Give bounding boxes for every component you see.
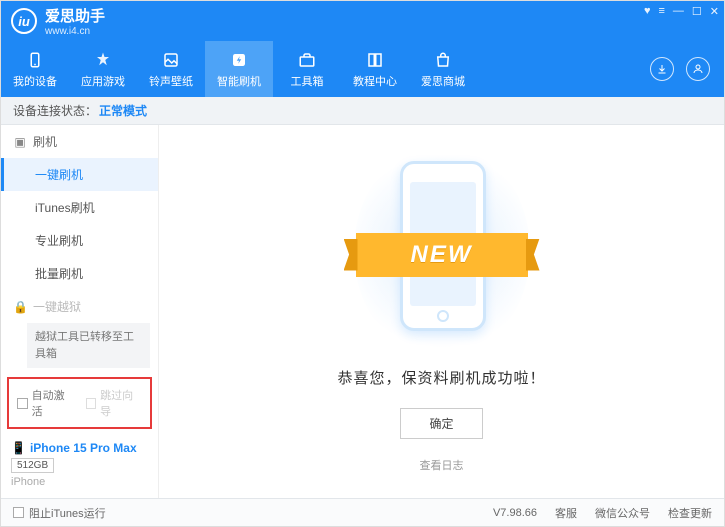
sidebar: ▣ 刷机 一键刷机 iTunes刷机 专业刷机 批量刷机 🔒 一键越狱 越狱工具… bbox=[1, 125, 159, 498]
nav-my-device[interactable]: 我的设备 bbox=[1, 41, 69, 97]
download-button[interactable] bbox=[650, 57, 674, 81]
flash-icon bbox=[229, 50, 249, 70]
flash-icon: ▣ bbox=[13, 135, 27, 149]
phone-icon: 📱 bbox=[11, 441, 26, 455]
device-status-bar: 设备连接状态：正常模式 bbox=[1, 97, 724, 125]
logo-icon: iu bbox=[11, 8, 37, 34]
user-button[interactable] bbox=[686, 57, 710, 81]
checkbox-auto-activate[interactable]: 自动激活 bbox=[17, 387, 74, 419]
wallpaper-icon bbox=[161, 50, 181, 70]
device-name: iPhone 15 Pro Max bbox=[30, 441, 137, 455]
version-label: V7.98.66 bbox=[493, 507, 537, 519]
toolbox-icon bbox=[297, 50, 317, 70]
sidebar-item-jailbreak-moved[interactable]: 越狱工具已转移至工具箱 bbox=[27, 323, 150, 368]
device-type: iPhone bbox=[11, 476, 148, 488]
group-flash[interactable]: ▣ 刷机 bbox=[1, 125, 158, 158]
apps-icon bbox=[93, 50, 113, 70]
footer-link-update[interactable]: 检查更新 bbox=[668, 505, 712, 521]
menu-icon[interactable]: ♥ bbox=[644, 5, 651, 18]
checkbox-highlight-area: 自动激活 跳过向导 bbox=[7, 377, 152, 429]
app-logo: iu 爱思助手 www.i4.cn bbox=[11, 5, 105, 37]
minimize-icon[interactable]: — bbox=[673, 5, 684, 18]
checkbox-icon bbox=[17, 398, 28, 409]
nav-smart-flash[interactable]: 智能刷机 bbox=[205, 41, 273, 97]
device-icon bbox=[25, 50, 45, 70]
app-name: 爱思助手 bbox=[45, 5, 105, 26]
nav-apps-games[interactable]: 应用游戏 bbox=[69, 41, 137, 97]
settings-icon[interactable]: ≡ bbox=[658, 5, 664, 18]
success-message: 恭喜您，保资料刷机成功啦！ bbox=[337, 367, 545, 388]
device-storage: 512GB bbox=[11, 458, 54, 473]
new-ribbon: NEW bbox=[356, 233, 528, 277]
top-nav: 我的设备 应用游戏 铃声壁纸 智能刷机 工具箱 教程中心 bbox=[1, 41, 724, 97]
nav-toolbox[interactable]: 工具箱 bbox=[273, 41, 341, 97]
nav-store[interactable]: 爱思商城 bbox=[409, 41, 477, 97]
store-icon bbox=[433, 50, 453, 70]
footer-link-wechat[interactable]: 微信公众号 bbox=[595, 505, 650, 521]
sidebar-item-batch-flash[interactable]: 批量刷机 bbox=[1, 257, 158, 290]
nav-tutorials[interactable]: 教程中心 bbox=[341, 41, 409, 97]
checkbox-skip-guide[interactable]: 跳过向导 bbox=[86, 387, 143, 419]
nav-ringtones[interactable]: 铃声壁纸 bbox=[137, 41, 205, 97]
device-info: 📱 iPhone 15 Pro Max 512GB iPhone bbox=[1, 435, 158, 498]
sidebar-item-one-click-flash[interactable]: 一键刷机 bbox=[1, 158, 158, 191]
success-illustration: NEW bbox=[362, 151, 522, 351]
sidebar-item-pro-flash[interactable]: 专业刷机 bbox=[1, 224, 158, 257]
main-content: NEW 恭喜您，保资料刷机成功啦！ 确定 查看日志 bbox=[159, 125, 724, 498]
maximize-icon[interactable]: ☐ bbox=[692, 5, 702, 18]
checkbox-icon bbox=[86, 398, 97, 409]
checkbox-icon bbox=[13, 507, 24, 518]
close-icon[interactable]: ✕ bbox=[710, 5, 719, 18]
titlebar: iu 爱思助手 www.i4.cn ♥ ≡ — ☐ ✕ bbox=[1, 1, 724, 41]
book-icon bbox=[365, 50, 385, 70]
lock-icon: 🔒 bbox=[13, 300, 27, 314]
footer: 阻止iTunes运行 V7.98.66 客服 微信公众号 检查更新 bbox=[1, 498, 724, 526]
ok-button[interactable]: 确定 bbox=[400, 408, 482, 439]
status-value: 正常模式 bbox=[99, 102, 147, 119]
view-log-link[interactable]: 查看日志 bbox=[420, 457, 464, 473]
group-jailbreak: 🔒 一键越狱 bbox=[1, 290, 158, 323]
sidebar-item-itunes-flash[interactable]: iTunes刷机 bbox=[1, 191, 158, 224]
checkbox-block-itunes[interactable]: 阻止iTunes运行 bbox=[13, 505, 106, 521]
footer-link-support[interactable]: 客服 bbox=[555, 505, 577, 521]
app-url: www.i4.cn bbox=[45, 26, 105, 37]
